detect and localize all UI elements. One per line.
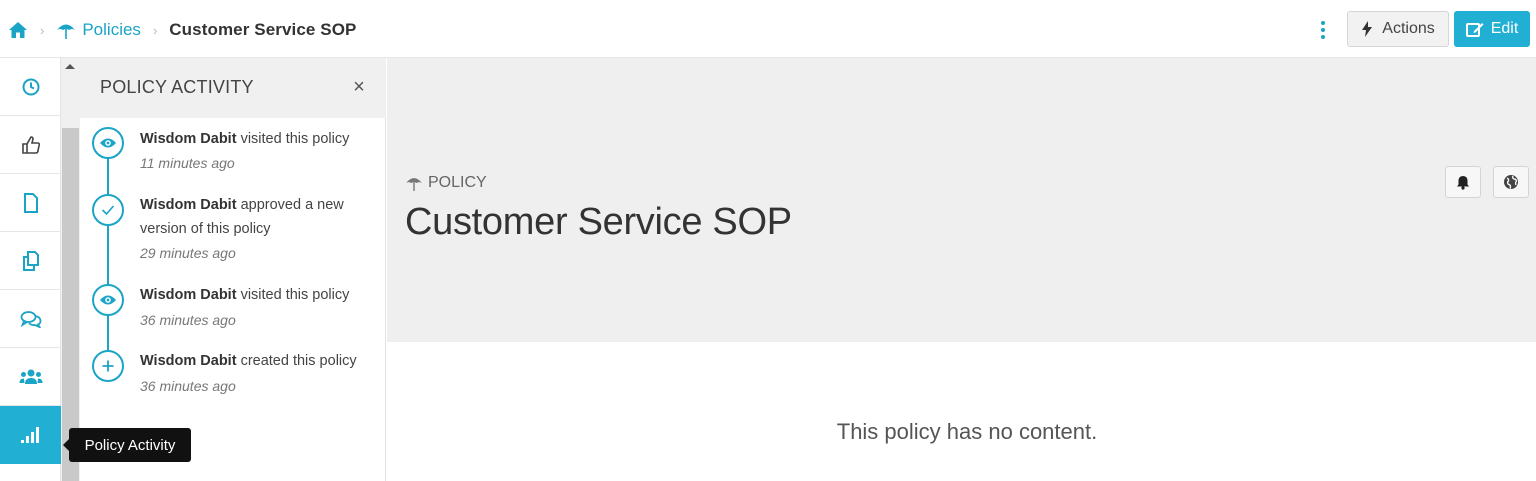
activity-time: 36 minutes ago <box>140 378 236 394</box>
copy-icon <box>22 250 39 271</box>
globe-icon <box>1504 175 1518 189</box>
breadcrumb-separator: › <box>152 22 158 38</box>
close-icon[interactable]: × <box>350 77 368 97</box>
activity-entry: Wisdom Dabit visited this policy <box>140 284 380 308</box>
users-icon <box>19 369 42 384</box>
top-bar: › Policies › Customer Service SOP Action… <box>0 0 1536 58</box>
edit-icon <box>1465 23 1484 37</box>
breadcrumb: › Policies › Customer Service SOP <box>8 18 356 42</box>
more-options-icon[interactable] <box>1316 18 1330 42</box>
umbrella-icon <box>57 24 76 39</box>
breadcrumb-current: Customer Service SOP <box>169 20 357 39</box>
policy-type-text: POLICY <box>428 174 487 191</box>
activity-action: visited this policy <box>236 131 350 147</box>
eye-icon <box>92 127 124 159</box>
panel-header: POLICY ACTIVITY × <box>80 58 386 118</box>
umbrella-icon <box>406 178 422 191</box>
plus-icon <box>92 350 124 382</box>
activity-time: 29 minutes ago <box>140 245 236 261</box>
rail-item-policy-activity[interactable] <box>0 406 61 464</box>
home-icon[interactable] <box>8 20 28 40</box>
rail-item-people[interactable] <box>0 348 61 406</box>
activity-user: Wisdom Dabit <box>140 287 237 303</box>
notifications-button[interactable] <box>1445 166 1481 198</box>
clock-icon <box>22 78 39 95</box>
panel-title: POLICY ACTIVITY <box>100 77 254 97</box>
rail-item-document[interactable] <box>0 174 61 232</box>
thumbs-up-icon <box>21 135 40 154</box>
edit-button[interactable]: Edit <box>1454 11 1530 47</box>
breadcrumb-separator: › <box>40 22 45 38</box>
activity-entry: Wisdom Dabit created this policy <box>140 350 380 374</box>
scroll-up-arrow-icon[interactable] <box>65 64 75 69</box>
visibility-button[interactable] <box>1493 166 1529 198</box>
rail-item-approvals[interactable] <box>0 116 61 174</box>
signal-icon <box>20 427 39 443</box>
bell-icon <box>1457 175 1469 190</box>
activity-user: Wisdom Dabit <box>140 197 237 213</box>
policy-header: POLICY Customer Service SOP <box>387 58 1536 342</box>
activity-time: 36 minutes ago <box>140 312 236 328</box>
activity-action: visited this policy <box>236 287 350 303</box>
check-icon <box>92 194 124 226</box>
file-icon <box>23 192 38 213</box>
bolt-icon <box>1362 21 1373 37</box>
policy-type-label: POLICY <box>405 174 487 192</box>
page-title: Customer Service SOP <box>405 201 792 243</box>
edit-label: Edit <box>1490 20 1519 37</box>
comments-icon <box>20 310 41 328</box>
activity-action: created this policy <box>236 353 357 369</box>
eye-icon <box>92 284 124 316</box>
rail-item-comments[interactable] <box>0 290 61 348</box>
left-icon-rail <box>0 58 61 481</box>
policy-activity-tooltip: Policy Activity <box>63 428 191 462</box>
activity-user: Wisdom Dabit <box>140 131 237 147</box>
activity-time: 11 minutes ago <box>140 155 235 171</box>
activity-action-continued: version of this policy <box>140 220 271 237</box>
breadcrumb-policies-link[interactable]: Policies <box>56 20 141 40</box>
breadcrumb-policies-label: Policies <box>82 20 141 39</box>
policy-activity-panel: POLICY ACTIVITY × <box>80 58 386 481</box>
empty-content-message: This policy has no content. <box>836 419 1098 444</box>
activity-entry: Wisdom Dabit visited this policy <box>140 128 380 152</box>
actions-button[interactable]: Actions <box>1347 11 1449 47</box>
activity-user: Wisdom Dabit <box>140 353 237 369</box>
timeline-line <box>107 145 109 365</box>
activity-action: approved a new <box>236 197 344 213</box>
rail-item-history[interactable] <box>0 58 61 116</box>
rail-item-versions[interactable] <box>0 232 61 290</box>
activity-entry: Wisdom Dabit approved a new version of t… <box>140 194 380 241</box>
actions-label: Actions <box>1382 20 1435 37</box>
